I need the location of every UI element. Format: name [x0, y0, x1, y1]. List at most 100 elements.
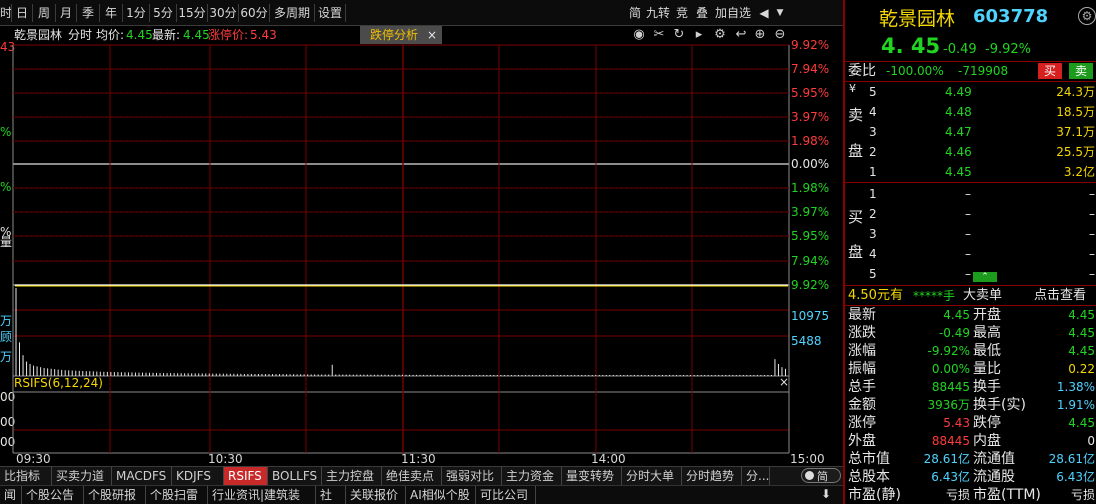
level-price: –	[965, 227, 971, 241]
indicator-tab[interactable]: 绝佳卖点	[382, 467, 442, 486]
info-tab[interactable]: AI相似个股	[406, 486, 476, 504]
buy-level: 1 – –	[845, 185, 1096, 203]
stat-value: 4.45	[1068, 416, 1095, 430]
buy-level: 3 – –	[845, 225, 1096, 243]
download-icon[interactable]: ⬇	[818, 486, 834, 502]
indicator-label: RSIFS(6,12,24)	[14, 376, 103, 390]
indicator-tab[interactable]: 分时大单	[622, 467, 682, 486]
stat-value: 4.45	[1068, 308, 1095, 322]
stat-label: 开盘	[973, 307, 1001, 323]
indicator-tab[interactable]: 强弱对比	[442, 467, 502, 486]
level-volume: –	[1089, 267, 1095, 281]
indicator-tab[interactable]: 分...	[742, 467, 770, 486]
level-number: 2	[869, 145, 877, 159]
stat-label: 内盘	[973, 433, 1001, 449]
indicator-tab[interactable]: 分时趋势	[682, 467, 742, 486]
stat-label: 涨跌	[848, 325, 876, 341]
level-volume: 37.1万	[1056, 125, 1095, 139]
indicator-close-icon[interactable]: ×	[779, 376, 789, 388]
indicator-tab[interactable]: 买卖力道	[52, 467, 112, 486]
level-number: 3	[869, 227, 877, 241]
stat-label: 市盈(静)	[848, 487, 901, 503]
quote-stock-name: 乾景园林	[879, 8, 956, 30]
stat-row: 涨跌 -0.49 最高 4.45	[845, 324, 1096, 342]
toggle-knob	[805, 471, 814, 480]
info-tab[interactable]: 行业资讯|建筑装饰	[208, 486, 316, 504]
sell-button[interactable]: 卖	[1069, 63, 1093, 79]
toggle-label: 简	[817, 470, 828, 483]
big-order-label: 大卖单	[963, 288, 1003, 303]
stat-row: 最新 4.45 开盘 4.45	[845, 306, 1096, 324]
stat-row: 总市值 28.61亿 流通值 28.61亿	[845, 450, 1096, 468]
indicator-tab[interactable]: 主力资金	[502, 467, 562, 486]
indicator-tab[interactable]: RSIFS	[224, 467, 268, 486]
gear-icon[interactable]: ⚙	[1078, 7, 1096, 25]
level-number: 1	[869, 165, 877, 179]
price-axis-label: 1.98%	[791, 134, 830, 148]
price-axis-label: 9.92%	[791, 278, 830, 292]
stat-value: 6.43亿	[931, 470, 970, 484]
level-number: 3	[869, 125, 877, 139]
info-tabs: 闻个股公告个股研报个股扫雷行业资讯|建筑装饰社区关联报价AI相似个股可比公司	[0, 485, 843, 504]
stat-row: 振幅 0.00% 量比 0.22	[845, 360, 1096, 378]
stat-value: 亏损	[945, 488, 970, 502]
price-axis-label: 5.95%	[791, 229, 830, 243]
big-order-price: 4.50元有	[848, 288, 903, 303]
stat-label: 总股本	[848, 469, 890, 485]
buy-level: 5 – –	[845, 265, 1096, 283]
indicator-tabs: 比指标 买卖力道 MACDFS KDJFS RSIFS BOLLFS 主力控盘 绝佳卖点 强弱对…	[0, 466, 843, 486]
stat-row: 金额 3936万 换手(实) 1.91%	[845, 396, 1096, 414]
stat-label: 流通股	[973, 469, 1015, 485]
stat-value: 4.45	[943, 308, 970, 322]
indicator-tab[interactable]: BOLLFS	[268, 467, 322, 486]
weibi-pct: -100.00%	[886, 64, 944, 78]
weibi-row: 委比 -100.00% -719908 买 卖	[845, 62, 1096, 80]
buy-button[interactable]: 买	[1038, 63, 1062, 79]
toggle-switch[interactable]: 简	[801, 468, 841, 483]
time-axis-label: 10:30	[208, 452, 243, 466]
stat-label: 跌停	[973, 415, 1001, 431]
indicator-tab[interactable]: 量变转势	[562, 467, 622, 486]
level-number: 5	[869, 267, 877, 281]
indicator-tab[interactable]: MACDFS	[112, 467, 172, 486]
stat-label: 总手	[848, 379, 876, 395]
info-tab[interactable]: 可比公司	[476, 486, 536, 504]
stat-value: 1.91%	[1056, 398, 1095, 412]
buy-level: 4 – –	[845, 245, 1096, 263]
volume-axis-label: 10975	[791, 309, 830, 323]
time-axis-label: 11:30	[401, 452, 436, 466]
info-tab[interactable]: 社区	[316, 486, 346, 504]
level-number: 4	[869, 247, 877, 261]
big-order-hands: *****手	[913, 289, 956, 303]
price-axis-label: 7.94%	[791, 62, 830, 76]
stat-value: 88445	[931, 434, 970, 448]
level-price: 4.48	[945, 105, 972, 119]
intraday-chart	[12, 44, 790, 454]
indicator-tab[interactable]: 主力控盘	[322, 467, 382, 486]
price-axis-label: 5.95%	[791, 86, 830, 100]
level-price: –	[965, 207, 971, 221]
stat-value: 0	[1087, 434, 1095, 448]
stat-row: 市盈(静) 亏损 市盈(TTM) 亏损	[845, 486, 1096, 504]
stat-value: 6.43亿	[1056, 470, 1095, 484]
indicator-tab[interactable]: KDJFS	[172, 467, 224, 486]
info-tab[interactable]: 个股扫雷	[146, 486, 208, 504]
indicator-tab[interactable]: 比指标	[0, 467, 52, 486]
big-order-link[interactable]: 点击查看	[1034, 287, 1086, 305]
level-volume: –	[1089, 207, 1095, 221]
level-volume: 24.3万	[1056, 85, 1095, 99]
level-number: 4	[869, 105, 877, 119]
info-tab[interactable]: 个股研报	[84, 486, 146, 504]
stat-value: -0.49	[938, 326, 970, 340]
price-axis-label: 0.00%	[791, 157, 830, 171]
stat-label: 涨停	[848, 415, 876, 431]
quote-change: -0.49	[943, 42, 977, 57]
buy-side-label-1: 买	[848, 208, 864, 226]
info-tab[interactable]: 个股公告	[22, 486, 84, 504]
info-tab[interactable]: 闻	[0, 486, 22, 504]
stat-value: 5.43	[943, 416, 970, 430]
info-tab[interactable]: 关联报价	[346, 486, 406, 504]
level-number: 5	[869, 85, 877, 99]
stat-label: 外盘	[848, 433, 876, 449]
expand-up-icon[interactable]: ⌃	[973, 272, 997, 282]
